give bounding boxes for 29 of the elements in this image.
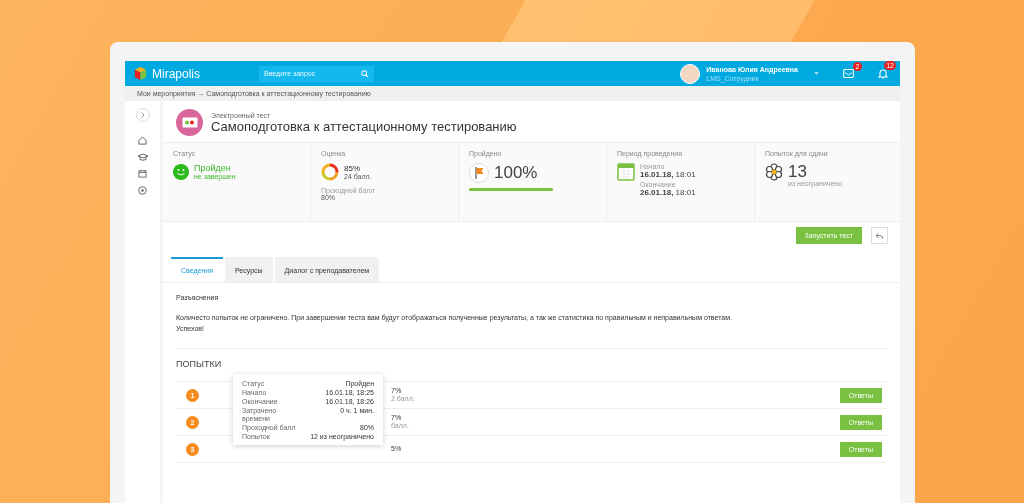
page-title: Самоподготовка к аттестационному тестированию [211, 118, 517, 134]
calendar-icon[interactable] [138, 169, 147, 178]
score-value: 85% [344, 164, 361, 173]
search-icon [361, 69, 369, 78]
calendar-icon [617, 163, 635, 181]
attempts-value: 13 [788, 163, 808, 180]
home-icon[interactable] [138, 136, 147, 145]
smiley-icon [173, 163, 189, 180]
donut-icon [321, 163, 339, 181]
end-date: 26.01.18, 18:01 [640, 188, 696, 197]
back-button[interactable] [871, 227, 888, 244]
caret-icon[interactable] [814, 72, 819, 75]
attempts-heading: ПОПЫТКИ [176, 359, 223, 369]
mail-icon[interactable] [843, 69, 854, 78]
graduation-cap-icon[interactable] [137, 153, 148, 161]
expand-sidebar-button[interactable] [135, 108, 150, 122]
start-date: 16.01.18, 18:01 [640, 170, 696, 179]
flag-icon [469, 163, 489, 183]
test-icon [176, 109, 203, 136]
undo-icon [876, 232, 883, 239]
play-circle-icon[interactable] [138, 186, 147, 195]
avatar[interactable] [680, 63, 701, 84]
cube-logo-icon [133, 66, 148, 81]
bell-icon[interactable] [878, 68, 888, 79]
status-value: Пройден [194, 163, 232, 173]
logo-text: Mirapolis [152, 66, 200, 81]
progress-value: 100% [494, 163, 538, 183]
chevron-right-icon [140, 112, 145, 118]
flower-icon [765, 163, 783, 181]
